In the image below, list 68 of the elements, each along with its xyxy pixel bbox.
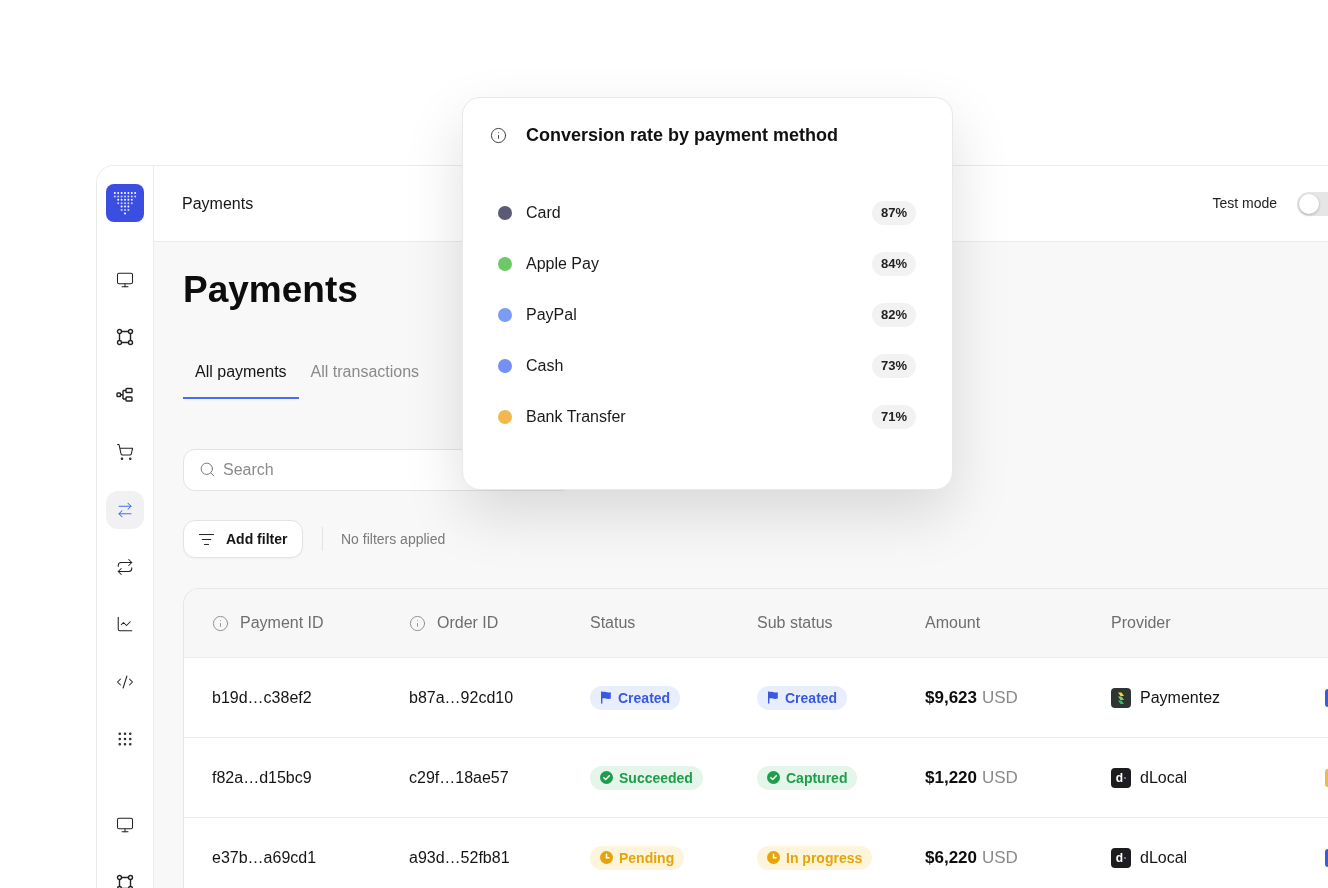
method-name: Bank Transfer (526, 406, 626, 427)
column-header: Amount (925, 613, 981, 633)
rate-badge: 73% (871, 353, 916, 378)
payment-id-cell-text: b19d…c38ef2 (212, 687, 312, 708)
status-text: Pending (619, 848, 675, 867)
test-mode-toggle[interactable] (1297, 191, 1328, 216)
rate-badge: 84% (871, 251, 916, 276)
logo-icon (106, 184, 144, 222)
order-id-cell-text: c29f…18ae57 (409, 767, 509, 788)
amount-value: $9,623 (925, 686, 977, 709)
rate-badge: 71% (871, 404, 916, 429)
flag-icon (767, 691, 779, 704)
add-filter-button[interactable]: Add filter (183, 520, 303, 558)
method-name: PayPal (526, 304, 577, 325)
provider-logo-icon (1111, 687, 1131, 708)
popover-title: Conversion rate by payment method (526, 123, 839, 147)
status-text: Created (618, 688, 671, 707)
payment-id-cell-text: f82a…d15bc9 (212, 767, 312, 788)
currency-code: USD (982, 846, 1018, 869)
code-icon (116, 672, 134, 691)
currency-code: USD (982, 766, 1018, 789)
method-name: Apple Pay (526, 253, 599, 274)
line-chart-icon (116, 615, 134, 634)
column-header: Provider (1111, 613, 1171, 633)
order-id-cell-text: a93d…52fb81 (409, 847, 510, 868)
repeat-icon (116, 557, 134, 576)
column-header: Status (590, 613, 636, 633)
frame-icon (116, 328, 134, 347)
check-circle-icon (767, 771, 780, 784)
top-bar-title: Payments (182, 193, 254, 214)
dots-grid-icon (116, 730, 134, 749)
amount-value: $6,220 (925, 846, 977, 869)
status-text: In progress (786, 848, 863, 867)
tab[interactable]: All payments (183, 347, 299, 399)
filter-status: No filters applied (341, 529, 446, 549)
method-name: Cash (526, 355, 564, 376)
clock-icon (767, 851, 780, 864)
column-header: Payment ID (240, 613, 324, 633)
currency-code: USD (982, 686, 1018, 709)
column-header: Order ID (437, 613, 499, 633)
order-id-cell-text: b87a…92cd10 (409, 687, 514, 708)
payment-id-cell-text: e37b…a69cd1 (212, 847, 317, 868)
column-header: Sub status (757, 613, 833, 633)
frame-icon (116, 873, 134, 888)
info-icon (490, 126, 507, 144)
provider-name: dLocal (1140, 767, 1188, 788)
amount-value: $1,220 (925, 766, 977, 789)
swap-arrows-icon (116, 500, 134, 519)
hierarchy-icon (116, 385, 134, 404)
cart-icon (116, 443, 134, 462)
clock-icon (600, 851, 613, 864)
status-text: Created (785, 688, 838, 707)
search-icon (199, 461, 216, 478)
provider-logo: d (1111, 847, 1131, 868)
method-name: Card (526, 202, 561, 223)
monitor-icon (116, 816, 134, 835)
test-mode-label: Test mode (1212, 194, 1277, 213)
monitor-icon (116, 271, 134, 289)
provider-name: Paymentez (1140, 687, 1221, 708)
flag-icon (600, 691, 612, 704)
check-circle-icon (600, 771, 613, 784)
provider-name: dLocal (1140, 847, 1188, 868)
page-title: Payments (183, 268, 358, 312)
status-text: Succeeded (619, 768, 693, 787)
provider-logo: d (1111, 767, 1131, 788)
rate-badge: 82% (871, 302, 916, 327)
rate-badge: 87% (871, 200, 916, 225)
status-text: Captured (786, 768, 848, 787)
